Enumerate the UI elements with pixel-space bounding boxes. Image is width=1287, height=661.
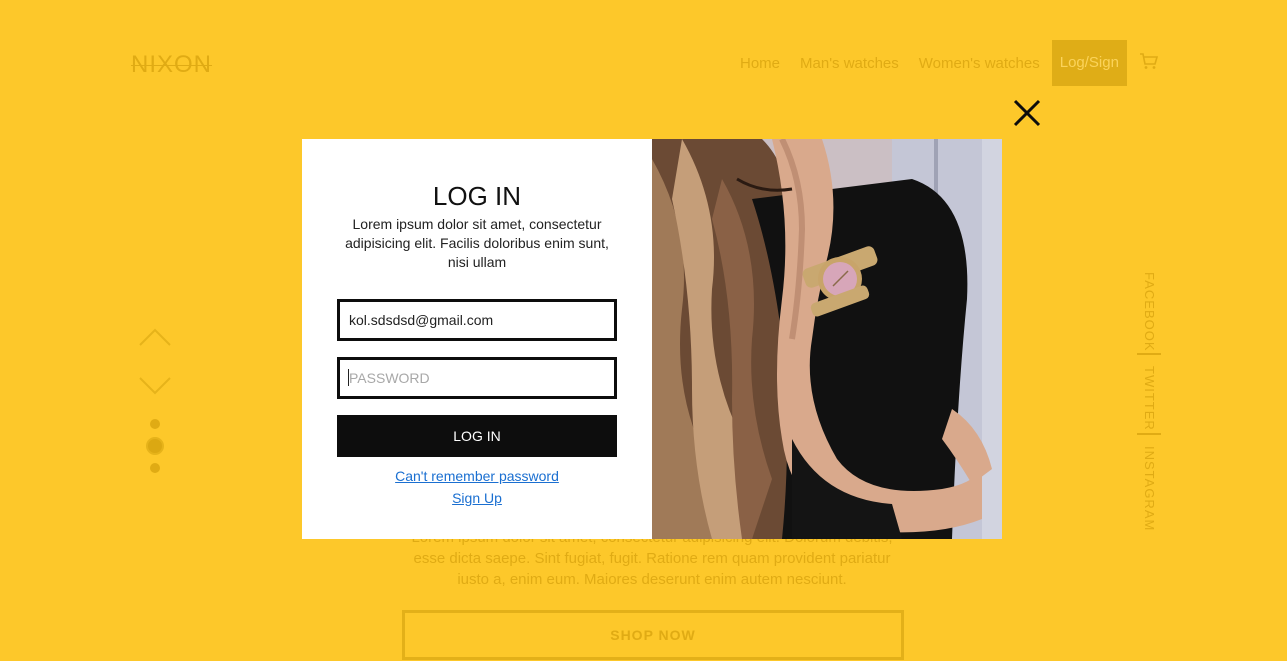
slider-dot[interactable] bbox=[150, 463, 160, 473]
email-field[interactable] bbox=[337, 299, 617, 341]
nav-item-mens-watches[interactable]: Man's watches bbox=[800, 55, 899, 72]
social-link-facebook[interactable]: FACEBOOK bbox=[1142, 272, 1157, 352]
social-divider bbox=[1137, 433, 1161, 435]
social-divider bbox=[1137, 353, 1161, 355]
woman-wearing-watch-photo bbox=[652, 139, 1002, 539]
social-link-instagram[interactable]: INSTAGRAM bbox=[1142, 446, 1157, 531]
modal-title: LOG IN bbox=[432, 181, 522, 211]
nav-item-home[interactable]: Home bbox=[740, 55, 780, 72]
modal-description: Lorem ipsum dolor sit amet, consectetur … bbox=[345, 216, 609, 270]
photo-illustration bbox=[652, 139, 1002, 539]
brand-logo[interactable]: NIXON bbox=[131, 51, 212, 79]
slider-dot[interactable] bbox=[150, 419, 160, 429]
password-field[interactable] bbox=[337, 357, 617, 399]
login-modal: LOG IN Lorem ipsum dolor sit amet, conse… bbox=[302, 139, 1002, 539]
forgot-password-link[interactable]: Can't remember password bbox=[302, 468, 652, 484]
main-nav: Home Man's watches Women's watches Log/S… bbox=[730, 40, 1159, 86]
nav-login-button[interactable]: Log/Sign bbox=[1051, 40, 1127, 86]
nav-item-womens-watches[interactable]: Women's watches bbox=[919, 55, 1040, 72]
login-submit-button[interactable]: LOG IN bbox=[337, 415, 617, 457]
chevron-up-icon[interactable] bbox=[139, 328, 171, 346]
chevron-down-icon[interactable] bbox=[139, 377, 171, 395]
social-link-twitter[interactable]: TWITTER bbox=[1142, 366, 1157, 431]
slider-dot-active[interactable] bbox=[146, 437, 164, 455]
cart-icon[interactable] bbox=[1139, 51, 1159, 71]
sign-up-link[interactable]: Sign Up bbox=[302, 490, 652, 506]
login-form: LOG IN Lorem ipsum dolor sit amet, conse… bbox=[302, 139, 652, 539]
close-icon[interactable] bbox=[1012, 98, 1042, 128]
text-caret bbox=[348, 369, 349, 386]
shop-now-button[interactable]: SHOP NOW bbox=[402, 610, 904, 660]
